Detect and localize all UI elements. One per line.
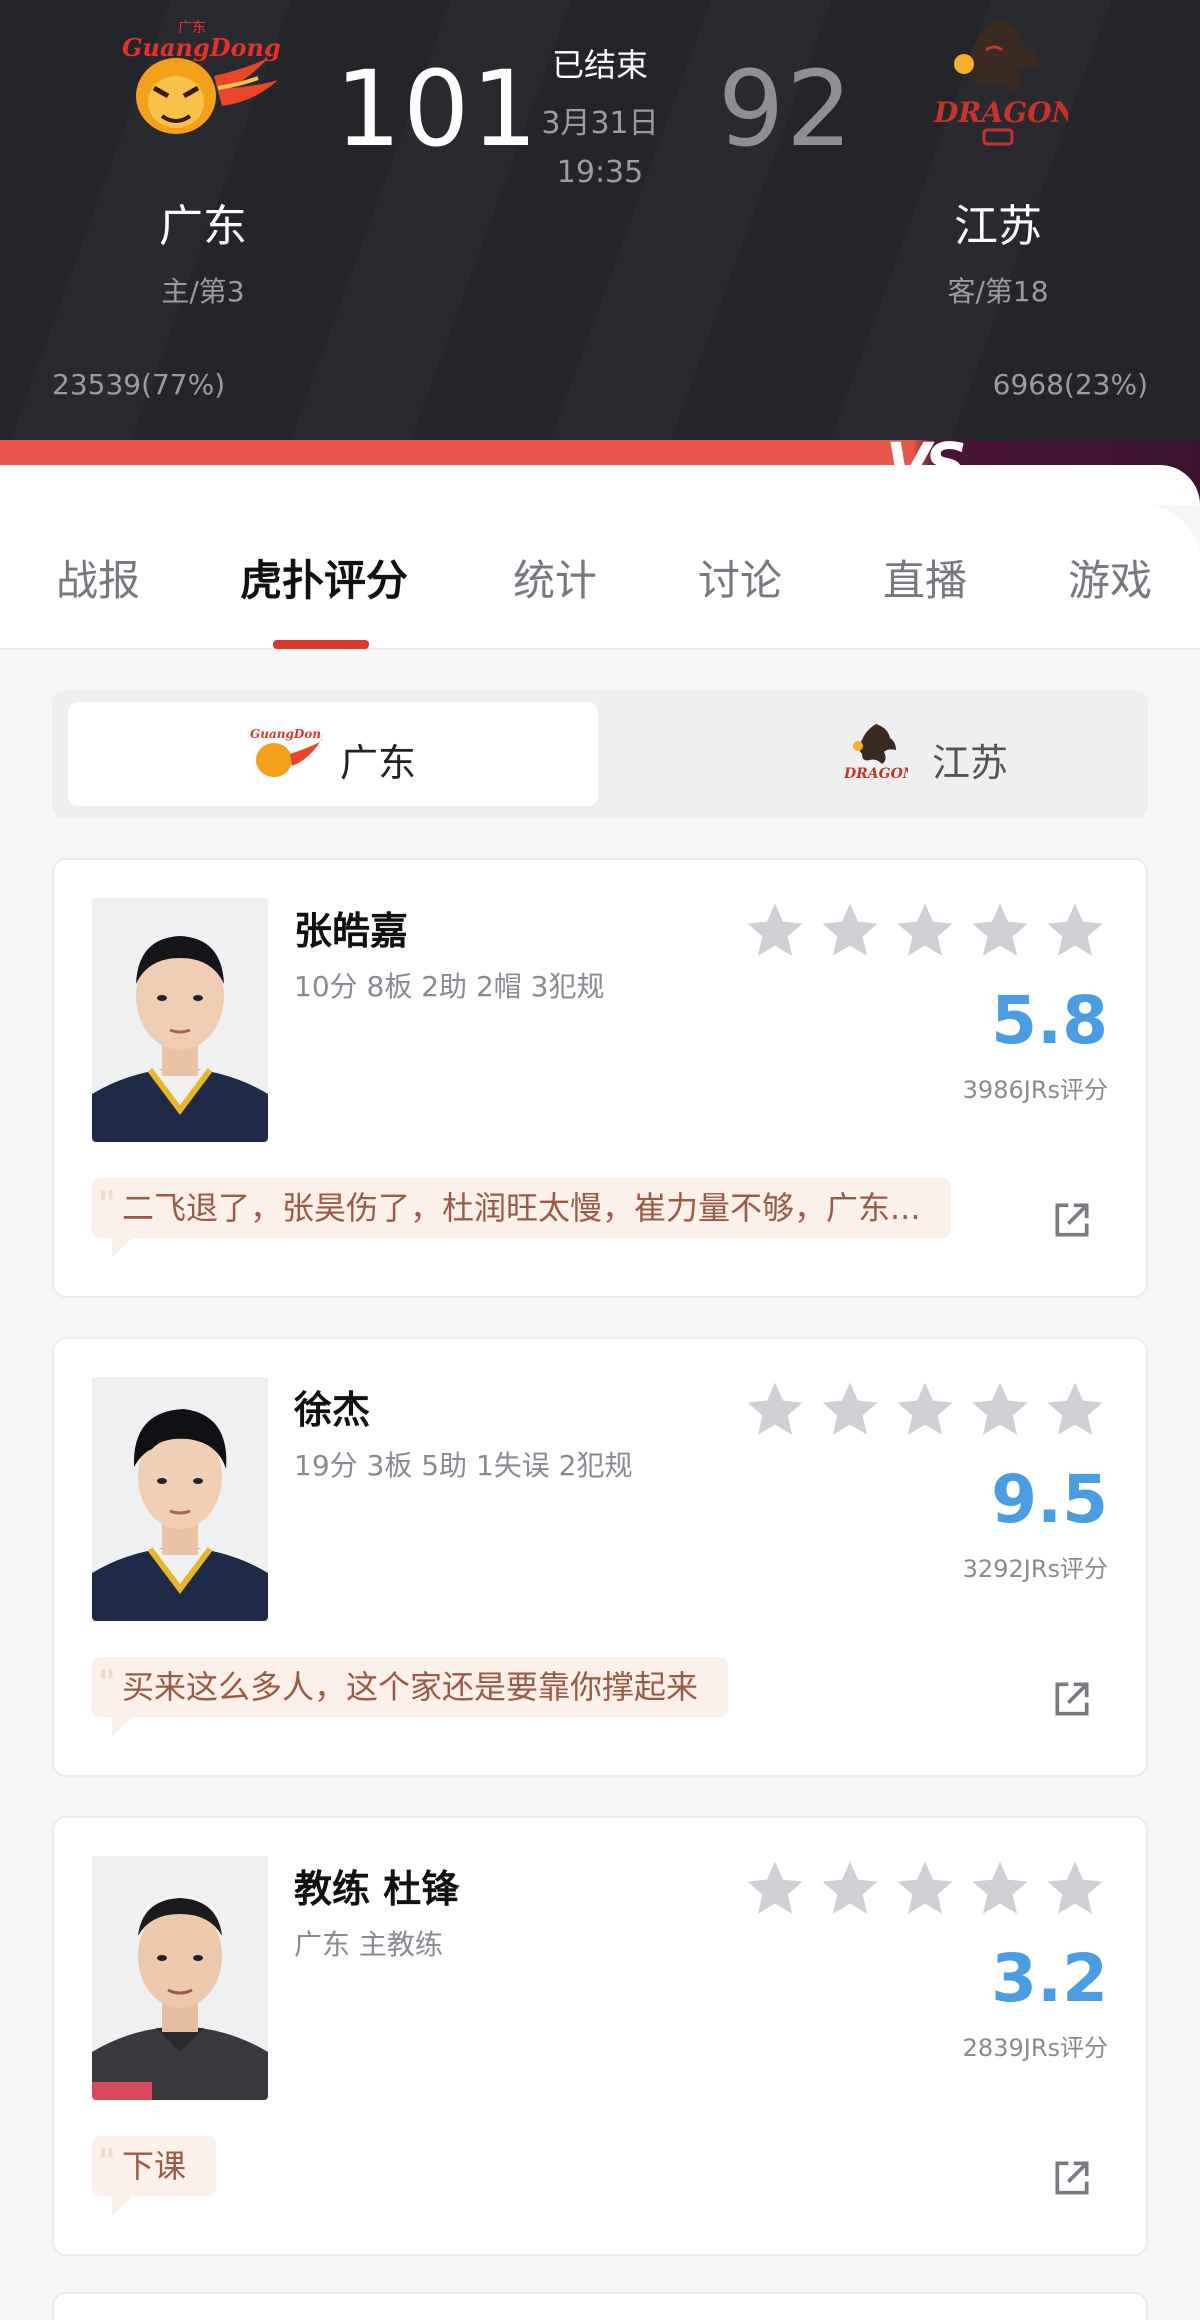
quote-mark-icon: " xyxy=(98,1184,116,1224)
comment-tail xyxy=(112,2194,134,2216)
home-support-count[interactable]: 23539(77%) xyxy=(52,368,225,401)
home-team-rank: 主/第3 xyxy=(161,275,245,308)
star-icon[interactable] xyxy=(742,898,808,964)
top-comment-text: 买来这么多人，这个家还是要靠你撑起来 xyxy=(122,1668,699,1706)
player-rating-card[interactable]: 张皓嘉 10分 8板 2助 2帽 3犯规 5.8 3986JRs评分 " 二飞退… xyxy=(52,858,1148,1298)
match-status: 已结束 xyxy=(551,46,648,84)
home-team-logo[interactable]: 广东 GuangDong xyxy=(118,18,282,142)
star-icon[interactable] xyxy=(742,1856,808,1922)
team-switch-home[interactable]: GuangDong 广东 xyxy=(68,702,598,806)
star-icon[interactable] xyxy=(967,1377,1033,1443)
coach-photo[interactable] xyxy=(92,1856,268,2100)
quote-mark-icon: " xyxy=(98,1663,116,1703)
star-icon[interactable] xyxy=(817,1377,883,1443)
top-comment[interactable]: " 二飞退了，张昊伤了，杜润旺太慢，崔力量不够，广东... xyxy=(92,1178,951,1258)
player-rating-card[interactable]: 徐杰 19分 3板 5助 1失误 2犯规 9.5 3292JRs评分 " 买来这… xyxy=(52,1337,1148,1777)
svg-text:GuangDong: GuangDong xyxy=(250,727,322,741)
star-icon[interactable] xyxy=(742,1377,808,1443)
comment-tail xyxy=(112,1715,134,1737)
svg-text:DRAGONS: DRAGONS xyxy=(844,766,908,782)
home-team-name[interactable]: 广东 xyxy=(73,190,333,254)
star-icon[interactable] xyxy=(1042,1377,1108,1443)
rating-stars[interactable] xyxy=(742,1377,1112,1447)
comment-tail xyxy=(112,1236,134,1258)
team-switch: GuangDong 广东 DRAGONS 江苏 xyxy=(52,690,1148,818)
top-comment-text: 下课 xyxy=(122,2147,187,2185)
star-icon[interactable] xyxy=(892,898,958,964)
player-photo[interactable] xyxy=(92,898,268,1142)
tab-live[interactable]: 直播 xyxy=(883,547,967,608)
active-tab-indicator xyxy=(273,640,369,649)
rating-vote-count: 2839JRs评分 xyxy=(962,2034,1108,2062)
player-rating-score: 9.5 xyxy=(991,1461,1108,1538)
away-team-name[interactable]: 江苏 xyxy=(868,190,1128,254)
away-team-rank: 客/第18 xyxy=(947,275,1049,308)
player-name: 徐杰 xyxy=(294,1388,371,1432)
star-icon[interactable] xyxy=(967,898,1033,964)
team-switch-away[interactable]: DRAGONS 江苏 xyxy=(602,702,1132,806)
tab-hupu-rating[interactable]: 虎扑评分 xyxy=(240,547,408,608)
match-date: 3月31日 xyxy=(541,106,659,141)
player-name: 张皓嘉 xyxy=(294,909,409,953)
match-header: 广东 GuangDong 广东 主/第3 101 已结束 3月31日 19:35… xyxy=(0,0,1200,505)
star-icon[interactable] xyxy=(817,898,883,964)
rating-stars[interactable] xyxy=(742,1856,1112,1926)
player-stats: 10分 8板 2助 2帽 3犯规 xyxy=(294,970,605,1003)
tab-report[interactable]: 战报 xyxy=(56,547,140,608)
star-icon[interactable] xyxy=(892,1856,958,1922)
star-icon[interactable] xyxy=(967,1856,1033,1922)
coach-role: 广东 主教练 xyxy=(294,1928,443,1961)
team-switch-home-label: 广东 xyxy=(340,741,417,785)
away-support-count[interactable]: 6968(23%) xyxy=(993,368,1148,401)
tab-stats[interactable]: 统计 xyxy=(513,547,597,608)
away-logo-brand: DRAGONS xyxy=(933,96,1068,129)
star-icon[interactable] xyxy=(817,1856,883,1922)
tab-games[interactable]: 游戏 xyxy=(1068,547,1152,608)
star-icon[interactable] xyxy=(1042,898,1108,964)
top-comment[interactable]: " 买来这么多人，这个家还是要靠你撑起来 xyxy=(92,1657,729,1737)
star-icon[interactable] xyxy=(892,1377,958,1443)
share-external-icon[interactable] xyxy=(1050,1677,1094,1721)
rating-vote-count: 3292JRs评分 xyxy=(962,1555,1108,1583)
away-team-logo[interactable]: DRAGONS xyxy=(928,10,1097,154)
rating-vote-count: 3986JRs评分 xyxy=(962,1076,1108,1104)
top-comment-text: 二飞退了，张昊伤了，杜润旺太慢，崔力量不够，广东... xyxy=(122,1189,921,1227)
next-rating-card[interactable] xyxy=(52,2292,1148,2320)
player-stats: 19分 3板 5助 1失误 2犯规 xyxy=(294,1449,633,1482)
tab-bar: 战报 虎扑评分 统计 讨论 直播 游戏 xyxy=(0,465,1200,650)
home-logo-brand: GuangDong xyxy=(122,33,281,62)
star-icon[interactable] xyxy=(1042,1856,1108,1922)
share-external-icon[interactable] xyxy=(1050,2156,1094,2200)
away-team-mini-logo: DRAGONS xyxy=(843,720,926,790)
tab-discussion[interactable]: 讨论 xyxy=(698,547,782,608)
away-score: 92 xyxy=(718,48,855,170)
home-team-mini-logo: GuangDong xyxy=(248,724,329,784)
team-switch-away-label: 江苏 xyxy=(932,741,1009,785)
coach-rating-score: 3.2 xyxy=(991,1940,1108,2017)
player-photo[interactable] xyxy=(92,1377,268,1621)
rating-stars[interactable] xyxy=(742,898,1112,968)
share-external-icon[interactable] xyxy=(1050,1198,1094,1242)
quote-mark-icon: " xyxy=(98,2142,116,2182)
match-time: 19:35 xyxy=(556,155,644,190)
coach-name: 教练 杜锋 xyxy=(294,1867,460,1911)
player-rating-score: 5.8 xyxy=(991,982,1108,1059)
coach-rating-card[interactable]: 教练 杜锋 广东 主教练 3.2 2839JRs评分 " 下课 xyxy=(52,1816,1148,2256)
top-comment[interactable]: " 下课 xyxy=(92,2136,217,2216)
